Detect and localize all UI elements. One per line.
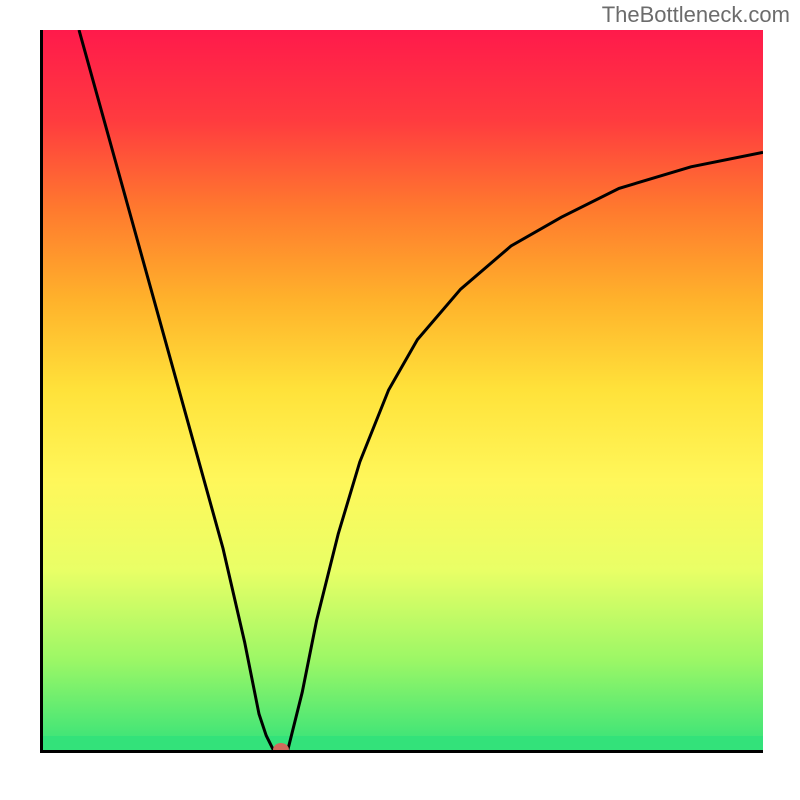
bottleneck-curve <box>43 30 763 750</box>
chart-container: TheBottleneck.com <box>0 0 800 800</box>
plot-area <box>40 30 763 753</box>
curve-path <box>79 30 763 750</box>
optimal-point-marker <box>273 743 289 753</box>
watermark-text: TheBottleneck.com <box>602 2 790 28</box>
